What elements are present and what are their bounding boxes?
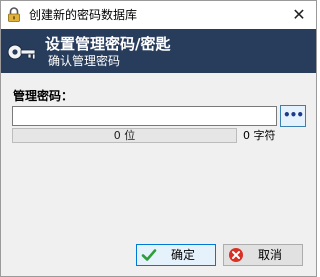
dialog-window: 创建新的密码数据库 ✕ 设置管理密码/密匙 确认管理密码 管理密码： ••• 0… [0, 0, 317, 277]
window-title: 创建新的密码数据库 [29, 8, 138, 22]
ok-button[interactable]: 确定 [136, 244, 216, 266]
title-bar[interactable]: 创建新的密码数据库 ✕ [1, 1, 316, 29]
lock-icon [8, 7, 20, 22]
quality-bits-text: 0 位 [113, 129, 136, 142]
header-banner: 设置管理密码/密匙 确认管理密码 [1, 29, 316, 73]
key-icon [7, 44, 36, 60]
close-icon[interactable]: ✕ [290, 6, 308, 24]
cancel-icon [229, 248, 243, 262]
char-count: 0 字符 [243, 129, 276, 142]
banner-subline: 确认管理密码 [48, 54, 121, 68]
ok-button-label: 确定 [171, 248, 196, 262]
banner-headline: 设置管理密码/密匙 [45, 35, 171, 53]
cancel-button-label: 取消 [258, 248, 283, 262]
password-quality-bar: 0 位 [12, 128, 237, 143]
checkmark-icon [141, 249, 157, 261]
password-label: 管理密码： [13, 89, 74, 103]
cancel-button[interactable]: 取消 [223, 244, 303, 266]
password-input[interactable] [12, 106, 277, 126]
show-password-button[interactable]: ••• [280, 105, 306, 127]
